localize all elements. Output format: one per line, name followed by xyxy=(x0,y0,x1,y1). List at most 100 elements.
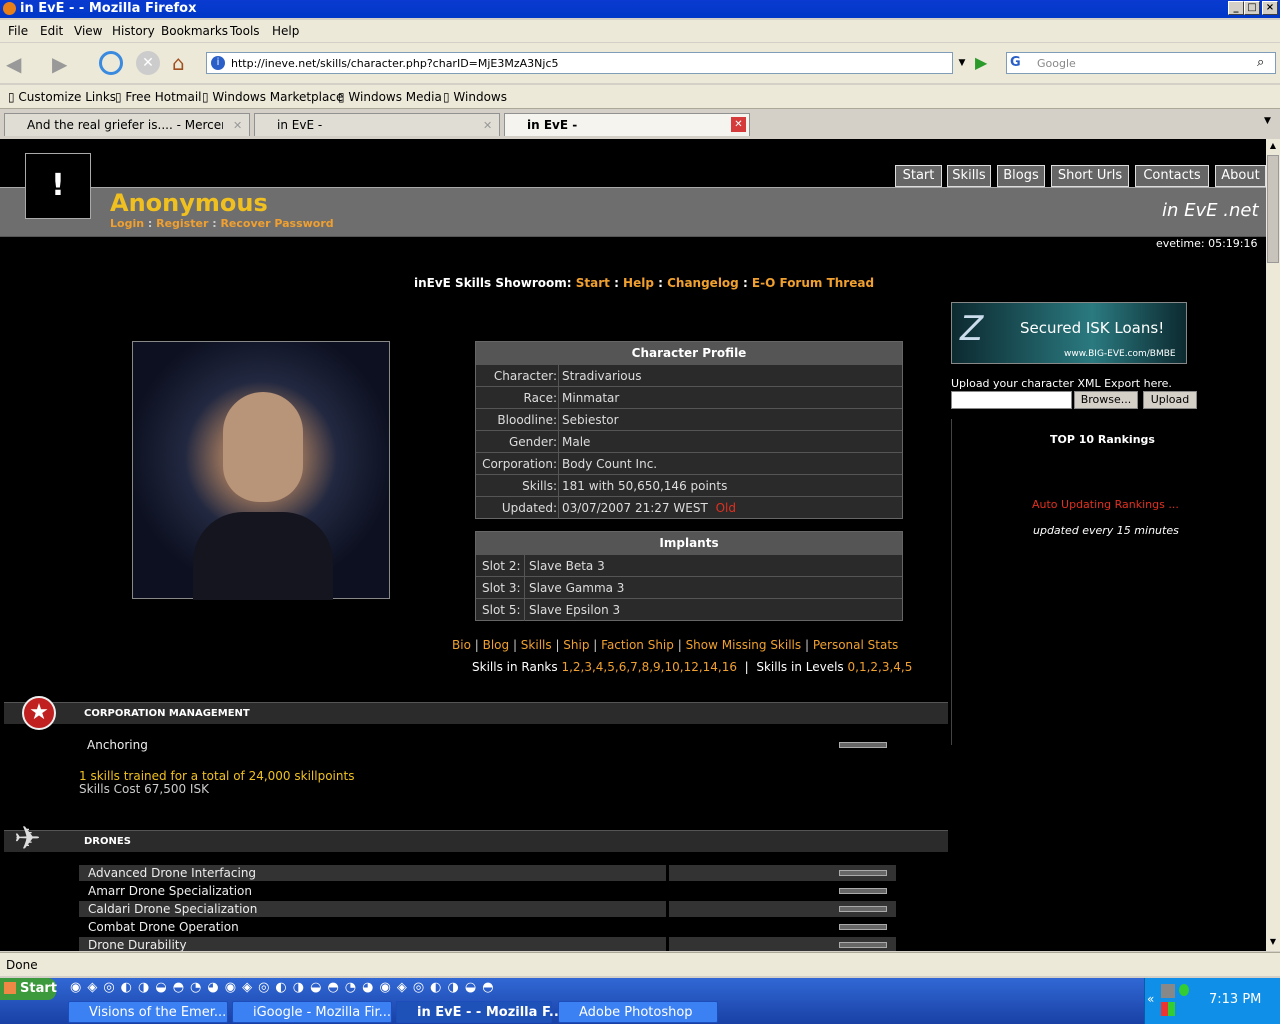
login-link[interactable]: Login xyxy=(110,217,144,230)
avatar: ! xyxy=(25,153,91,219)
implant-slot: Slot 5: xyxy=(482,603,521,617)
forward-icon[interactable]: ▶ xyxy=(52,52,78,76)
showroom-forum-link[interactable]: E-O Forum Thread xyxy=(752,276,874,290)
personal-stats-link[interactable]: Personal Stats xyxy=(813,638,898,652)
start-label: Start xyxy=(20,981,57,996)
ad-banner[interactable]: Z Secured ISK Loans! www.BIG-EVE.com/BMB… xyxy=(951,302,1187,364)
browse-button[interactable]: Browse... xyxy=(1074,391,1138,409)
implant-row: Slot 3: Slave Gamma 3 xyxy=(476,576,902,599)
tray-expand-icon[interactable]: « xyxy=(1147,992,1154,1006)
nav-about[interactable]: About xyxy=(1215,165,1266,187)
skill-name: Amarr Drone Specialization xyxy=(88,884,252,898)
recover-password-link[interactable]: Recover Password xyxy=(220,217,333,230)
menu-tools[interactable]: Tools xyxy=(230,24,260,38)
scroll-up-icon[interactable]: ▲ xyxy=(1267,141,1279,153)
home-icon[interactable]: ⌂ xyxy=(172,51,196,75)
showroom-start-link[interactable]: Start xyxy=(576,276,610,290)
profile-label: Character: xyxy=(493,369,557,383)
tab-close-icon[interactable]: ✕ xyxy=(731,117,746,132)
levels-links[interactable]: 0,1,2,3,4,5 xyxy=(848,660,913,674)
showroom-changelog-link[interactable]: Changelog xyxy=(667,276,739,290)
profile-row: Race: Minmatar xyxy=(476,386,902,409)
google-icon[interactable]: G xyxy=(1010,55,1026,71)
profile-value: Body Count Inc. xyxy=(562,457,658,471)
showroom-help-link[interactable]: Help xyxy=(623,276,654,290)
character-portrait xyxy=(132,341,390,600)
menu-file[interactable]: File xyxy=(8,24,28,38)
upload-file-field[interactable] xyxy=(951,391,1072,409)
page-scrollbar[interactable]: ▲ ▼ xyxy=(1266,139,1280,951)
tab-close-icon[interactable]: ✕ xyxy=(233,119,242,132)
character-profile-table: Character Profile Character: Stradivariou… xyxy=(475,341,903,519)
quick-launch-icons[interactable]: ◉◈◎◐◑◒◓◔◕◉◈◎◐◑◒◓◔◕◉◈◎◐◑◒◓ xyxy=(70,980,640,998)
tab-list-icon[interactable]: ▼ xyxy=(1264,116,1271,126)
tab-ineve-1[interactable]: in EvE - ✕ xyxy=(254,113,500,136)
skill-row: Drone Durability xyxy=(79,937,666,951)
scroll-thumb[interactable] xyxy=(1267,155,1279,263)
nav-contacts[interactable]: Contacts xyxy=(1135,165,1209,187)
bookmark-windows-media[interactable]: ▯ Windows Media xyxy=(338,90,442,104)
nav-short-urls[interactable]: Short Urls xyxy=(1051,165,1129,187)
bio-link[interactable]: Bio xyxy=(452,638,471,652)
bookmark-free-hotmail[interactable]: ▯ Free Hotmail xyxy=(115,90,201,104)
profile-row: Character: Stradivarious xyxy=(476,364,902,387)
blog-link[interactable]: Blog xyxy=(483,638,510,652)
menu-history[interactable]: History xyxy=(112,24,155,38)
skills-link[interactable]: Skills xyxy=(521,638,552,652)
search-placeholder: Google xyxy=(1037,57,1076,70)
implants-table: Implants Slot 2: Slave Beta 3 Slot 3: Slav… xyxy=(475,531,903,621)
window-title: in EvE - - Mozilla Firefox xyxy=(20,1,197,16)
taskbar-item-ineve[interactable]: in EvE - - Mozilla F... xyxy=(396,1001,564,1023)
section-title: DRONES xyxy=(84,836,131,847)
taskbar-item-photoshop[interactable]: Adobe Photoshop xyxy=(558,1001,718,1023)
missing-skills-link[interactable]: Show Missing Skills xyxy=(686,638,802,652)
tab-ineve-active[interactable]: in EvE - ✕ xyxy=(504,113,750,136)
profile-label: Race: xyxy=(523,391,557,405)
ranks-links[interactable]: 1,2,3,4,5,6,7,8,9,10,12,14,16 xyxy=(561,660,737,674)
go-icon[interactable]: ▶ xyxy=(975,53,993,73)
nav-skills[interactable]: Skills xyxy=(947,165,991,187)
profile-row: Updated: 03/07/2007 21:27 WEST Old xyxy=(476,496,902,519)
close-button[interactable]: × xyxy=(1262,1,1278,15)
start-button[interactable]: Start xyxy=(0,978,57,1000)
tray-messenger-icon[interactable] xyxy=(1179,984,1189,996)
tab-close-icon[interactable]: ✕ xyxy=(483,119,492,132)
register-link[interactable]: Register xyxy=(156,217,208,230)
reload-icon[interactable] xyxy=(99,51,123,75)
bookmark-label: Windows xyxy=(453,90,507,104)
stop-icon[interactable]: ✕ xyxy=(136,51,160,75)
tab-mercenary[interactable]: And the real griefer is.... - Mercenary … xyxy=(4,113,250,136)
bookmark-customize-links[interactable]: ▯ Customize Links xyxy=(8,90,116,104)
implant-name: Slave Epsilon 3 xyxy=(529,603,621,617)
maximize-button[interactable]: □ xyxy=(1244,1,1260,15)
url-dropdown-icon[interactable]: ▼ xyxy=(954,52,970,74)
ship-link[interactable]: Ship xyxy=(563,638,589,652)
upload-instructions: Upload your character XML Export here. xyxy=(951,377,1172,390)
minimize-button[interactable]: _ xyxy=(1228,1,1244,15)
back-icon[interactable]: ◀ xyxy=(6,52,32,76)
skill-name: Caldari Drone Specialization xyxy=(88,902,258,916)
skill-name: Combat Drone Operation xyxy=(88,920,239,934)
levels-label: Skills in Levels xyxy=(756,660,844,674)
search-icon[interactable]: ⌕ xyxy=(1257,55,1264,70)
taskbar-item-visions[interactable]: Visions of the Emer... xyxy=(68,1001,228,1023)
profile-row: Gender: Male xyxy=(476,430,902,453)
bookmark-windows-marketplace[interactable]: ▯ Windows Marketplace xyxy=(202,90,343,104)
menu-view[interactable]: View xyxy=(74,24,102,38)
tray-app-icon[interactable] xyxy=(1161,984,1175,998)
scroll-down-icon[interactable]: ▼ xyxy=(1267,937,1279,949)
bookmark-windows[interactable]: ▯ Windows xyxy=(443,90,507,104)
nav-blogs[interactable]: Blogs xyxy=(997,165,1045,187)
menu-bookmarks[interactable]: Bookmarks xyxy=(161,24,228,38)
menu-edit[interactable]: Edit xyxy=(40,24,63,38)
menu-help[interactable]: Help xyxy=(272,24,299,38)
faction-ship-link[interactable]: Faction Ship xyxy=(601,638,674,652)
tray-security-icon[interactable] xyxy=(1161,1002,1175,1016)
section-title: CORPORATION MANAGEMENT xyxy=(84,708,250,719)
upload-button[interactable]: Upload xyxy=(1143,391,1197,409)
bookmark-label: Customize Links xyxy=(18,90,117,104)
search-field[interactable]: G Google ⌕ xyxy=(1006,52,1276,74)
url-field[interactable]: i http://ineve.net/skills/character.php?… xyxy=(206,52,953,74)
taskbar-item-igoogle[interactable]: iGoogle - Mozilla Fir... xyxy=(232,1001,392,1023)
nav-start[interactable]: Start xyxy=(895,165,942,187)
